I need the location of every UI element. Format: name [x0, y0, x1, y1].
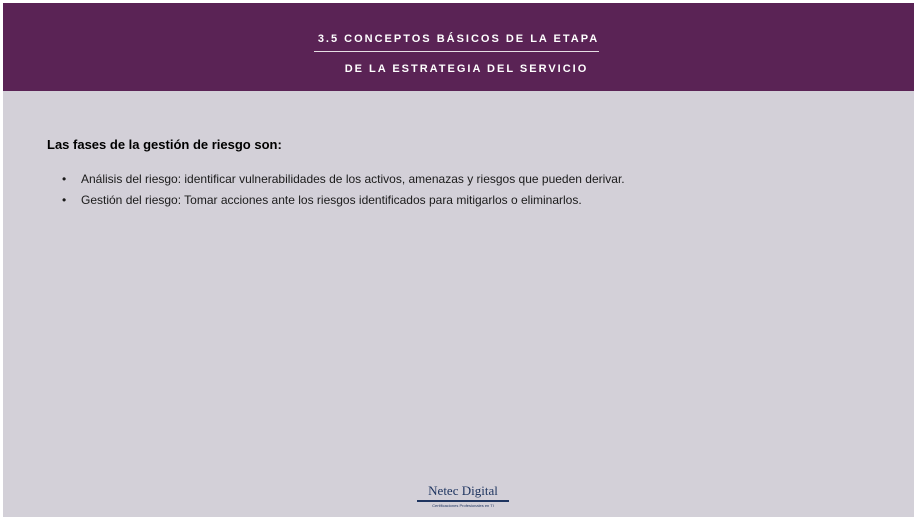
bullet-icon: •	[62, 172, 67, 186]
bullet-text: Gestión del riesgo: Tomar acciones ante …	[81, 193, 582, 207]
title-line-2: DE LA ESTRATEGIA DEL SERVICIO	[344, 63, 589, 75]
bullet-list: • Análisis del riesgo: identificar vulne…	[62, 172, 625, 214]
slide: 3.5 CONCEPTOS BÁSICOS DE LA ETAPA DE LA …	[0, 0, 920, 519]
bullet-item-analysis: • Análisis del riesgo: identificar vulne…	[62, 172, 625, 187]
logo-underline	[417, 500, 509, 502]
bullet-text: Análisis del riesgo: identificar vulnera…	[81, 172, 625, 186]
title-divider	[314, 51, 599, 52]
logo-name: Netec Digital	[428, 483, 498, 498]
title-banner: 3.5 CONCEPTOS BÁSICOS DE LA ETAPA DE LA …	[3, 3, 914, 91]
bullet-item-management: • Gestión del riesgo: Tomar acciones ant…	[62, 193, 625, 208]
bullet-icon: •	[62, 193, 67, 207]
netec-logo: Netec Digital Certificaciones Profesiona…	[413, 484, 513, 508]
frame-right-border	[914, 0, 920, 519]
logo-tagline: Certificaciones Profesionales en TI	[432, 503, 494, 508]
title-line-1: 3.5 CONCEPTOS BÁSICOS DE LA ETAPA	[317, 33, 600, 45]
section-heading: Las fases de la gestión de riesgo son:	[47, 137, 282, 152]
